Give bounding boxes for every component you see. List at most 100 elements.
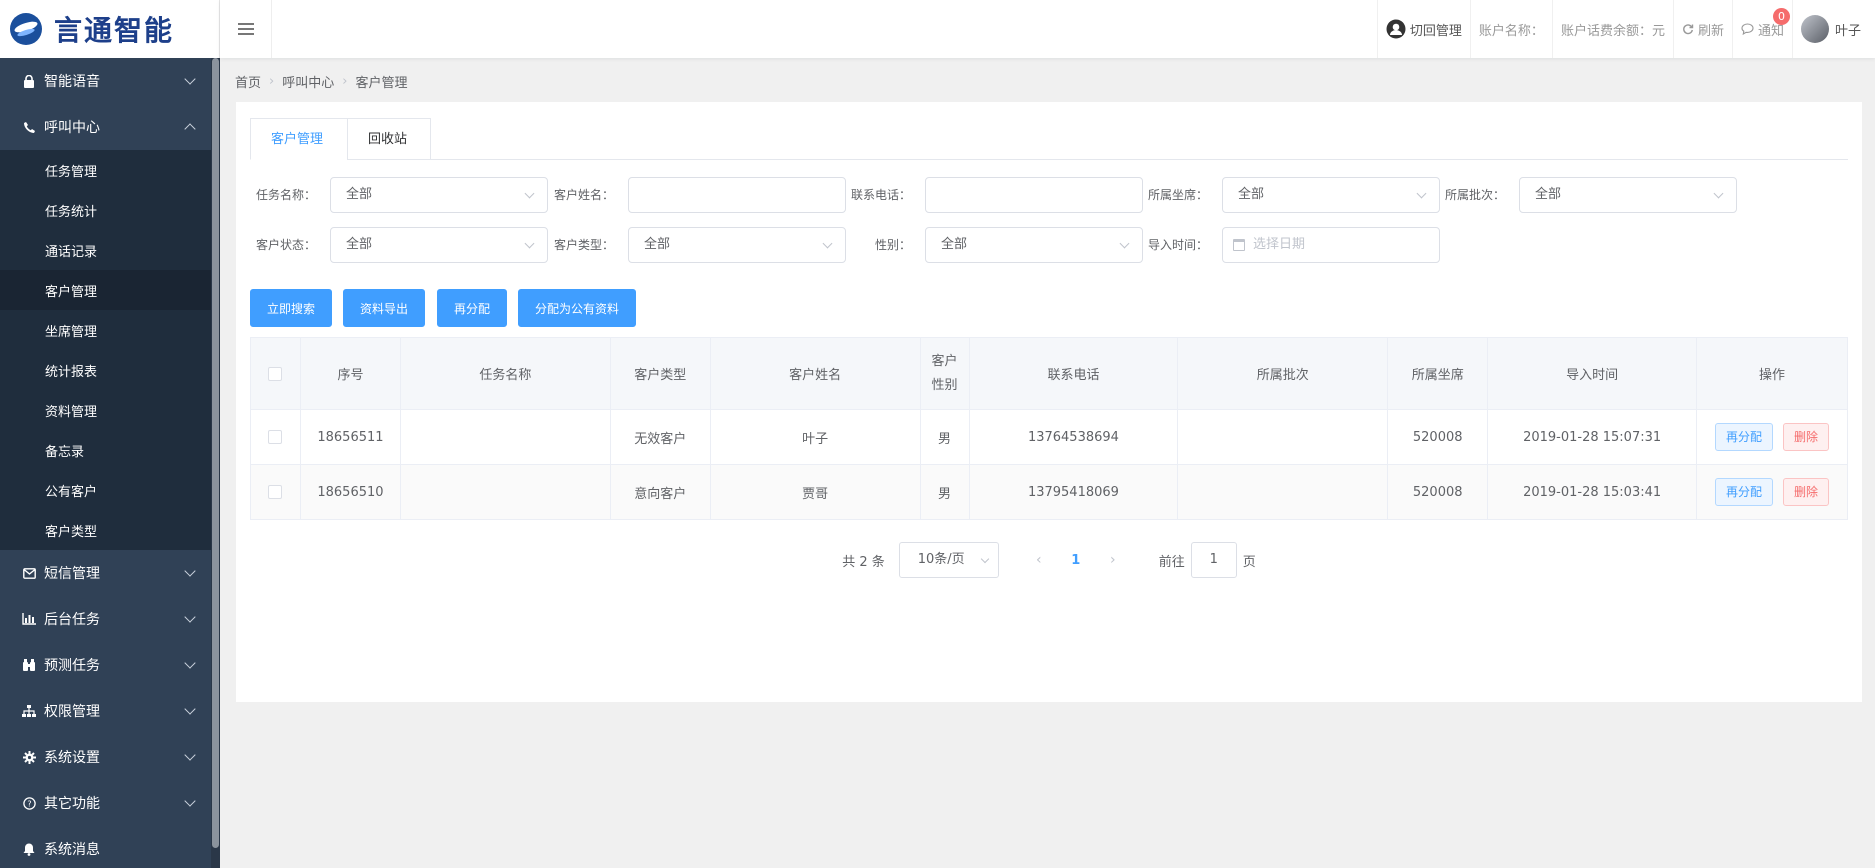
assign-public-button[interactable]: 分配为公有资料 (518, 289, 637, 327)
header-right: 切回管理 账户名称： 账户话费余额：元 刷新 通知 0 叶子 (1376, 0, 1875, 58)
sidebar-group-smart-voice[interactable]: 智能语音 (0, 58, 220, 104)
content-card: 客户管理 回收站 任务名称： 全部 客户姓名： 联系电话： 所属坐席： 全部 所… (236, 102, 1862, 702)
cell-type: 无效客户 (609, 409, 711, 465)
status-select[interactable]: 全部 (330, 227, 548, 263)
row-reassign-button[interactable]: 再分配 (1715, 478, 1774, 506)
chevron-down-icon (184, 795, 196, 807)
switch-to-admin-button[interactable]: 切回管理 (1376, 0, 1470, 58)
row-reassign-button[interactable]: 再分配 (1715, 423, 1774, 451)
sidebar-item-data-manage[interactable]: 资料管理 (0, 390, 220, 430)
sidebar-item-customer-manage[interactable]: 客户管理 (0, 270, 220, 310)
sidebar-group-predictive-tasks[interactable]: 预测任务 (0, 642, 220, 688)
sidebar-group-call-center[interactable]: 呼叫中心 (0, 104, 220, 150)
row-checkbox[interactable] (268, 485, 283, 499)
cell-actions: 再分配 删除 (1696, 464, 1848, 520)
gender-value: 全部 (941, 237, 968, 252)
col-id: 序号 (299, 337, 401, 410)
breadcrumb-home[interactable]: 首页 (235, 72, 261, 91)
customer-name-input[interactable] (628, 177, 846, 213)
refresh-label: 刷新 (1697, 23, 1724, 39)
tab-recycle-bin[interactable]: 回收站 (347, 118, 431, 160)
table-header-row: 序号 任务名称 客户类型 客户姓名 客户性别 联系电话 所属批次 所属坐席 导入… (250, 337, 1848, 410)
refresh-button[interactable]: 刷新 (1672, 0, 1732, 58)
menu-toggle-icon[interactable] (220, 0, 272, 58)
col-phone: 联系电话 (968, 337, 1179, 410)
col-customer-name: 客户姓名 (709, 337, 921, 410)
next-page-icon[interactable]: › (1093, 552, 1133, 568)
agent-value: 全部 (1238, 187, 1265, 202)
sidebar-group-label: 其它功能 (44, 796, 100, 812)
sidebar-item-customer-types[interactable]: 客户类型 (0, 510, 220, 550)
page-number-current[interactable]: 1 (1059, 553, 1093, 568)
sidebar-item-memo[interactable]: 备忘录 (0, 430, 220, 470)
chevron-down-icon (184, 703, 196, 715)
page-jump: 前往 1 页 (1159, 542, 1256, 578)
brand-name: 言通智能 (54, 14, 175, 47)
refresh-icon (1682, 23, 1694, 35)
cell-gender: 男 (919, 409, 970, 465)
sidebar-group-label: 智能语音 (44, 74, 100, 90)
row-delete-button[interactable]: 删除 (1783, 423, 1830, 451)
chevron-down-icon (184, 611, 196, 623)
sidebar-group-system-messages[interactable]: 系统消息 (0, 826, 220, 868)
sidebar-group-permissions[interactable]: 权限管理 (0, 688, 220, 734)
goto-page-input[interactable]: 1 (1190, 542, 1237, 578)
import-time-label: 导入时间： (1147, 238, 1208, 252)
batch-select[interactable]: 全部 (1519, 177, 1737, 213)
phone-label: 联系电话： (850, 188, 911, 202)
type-value: 全部 (644, 237, 671, 252)
sidebar-item-task-stats[interactable]: 任务统计 (0, 190, 220, 230)
gender-select[interactable]: 全部 (925, 227, 1143, 263)
cell-gender: 男 (919, 464, 970, 520)
col-batch: 所属批次 (1177, 337, 1389, 410)
sidebar-item-agent-manage[interactable]: 坐席管理 (0, 310, 220, 350)
sidebar-group-sms[interactable]: 短信管理 (0, 550, 220, 596)
sidebar-group-background-tasks[interactable]: 后台任务 (0, 596, 220, 642)
type-select[interactable]: 全部 (628, 227, 846, 263)
type-label: 客户类型： (553, 238, 614, 252)
cell-batch (1177, 464, 1389, 520)
cell-actions: 再分配 删除 (1696, 409, 1848, 465)
cell-batch (1177, 409, 1389, 465)
customer-table: 序号 任务名称 客户类型 客户姓名 客户性别 联系电话 所属批次 所属坐席 导入… (250, 337, 1848, 520)
sidebar-item-task-manage[interactable]: 任务管理 (0, 150, 220, 190)
task-name-select[interactable]: 全部 (330, 177, 548, 213)
search-button[interactable]: 立即搜索 (250, 289, 333, 327)
sidebar-group-label: 系统设置 (44, 750, 100, 766)
breadcrumb-call-center[interactable]: 呼叫中心 (282, 72, 334, 91)
agent-select[interactable]: 全部 (1222, 177, 1440, 213)
sidebar-scrollbar[interactable] (211, 58, 220, 868)
status-value: 全部 (346, 237, 373, 252)
chevron-up-icon (184, 123, 196, 135)
row-checkbox[interactable] (268, 430, 283, 444)
sidebar-group-other-functions[interactable]: ? 其它功能 (0, 780, 220, 826)
page-size-select[interactable]: 10条/页 (898, 542, 999, 578)
prev-page-icon[interactable]: ‹ (1019, 552, 1059, 568)
user-menu[interactable]: 叶子 (1791, 0, 1875, 58)
phone-input[interactable] (925, 177, 1143, 213)
chevron-down-icon (1119, 238, 1130, 249)
reassign-button[interactable]: 再分配 (437, 289, 508, 327)
cell-task (399, 464, 611, 520)
export-button[interactable]: 资料导出 (343, 289, 426, 327)
sidebar-group-system-settings[interactable]: 系统设置 (0, 734, 220, 780)
pagination-total: 共 2 条 (842, 554, 885, 570)
batch-label: 所属批次： (1444, 188, 1505, 202)
agent-label: 所属坐席： (1147, 188, 1208, 202)
cell-phone: 13764538694 (968, 409, 1179, 465)
cell-agent: 520008 (1387, 464, 1489, 520)
sidebar-item-reports[interactable]: 统计报表 (0, 350, 220, 390)
import-date-picker[interactable]: 选择日期 (1222, 227, 1440, 263)
tab-customer-manage[interactable]: 客户管理 (250, 118, 348, 160)
sidebar-scrollbar-thumb[interactable] (212, 58, 219, 848)
sidebar-item-call-records[interactable]: 通话记录 (0, 230, 220, 270)
sidebar-item-public-customers[interactable]: 公有客户 (0, 470, 220, 510)
notification-button[interactable]: 通知 0 (1731, 0, 1792, 58)
select-all-checkbox[interactable] (268, 366, 283, 381)
tab-bar: 客户管理 回收站 (250, 118, 1848, 160)
logo[interactable]: 言通智能 (0, 0, 220, 58)
cell-name: 叶子 (709, 409, 921, 465)
call-center-submenu: 任务管理 任务统计 通话记录 客户管理 坐席管理 统计报表 资料管理 备忘录 公… (0, 150, 220, 550)
col-import-time: 导入时间 (1487, 337, 1698, 410)
row-delete-button[interactable]: 删除 (1783, 478, 1830, 506)
